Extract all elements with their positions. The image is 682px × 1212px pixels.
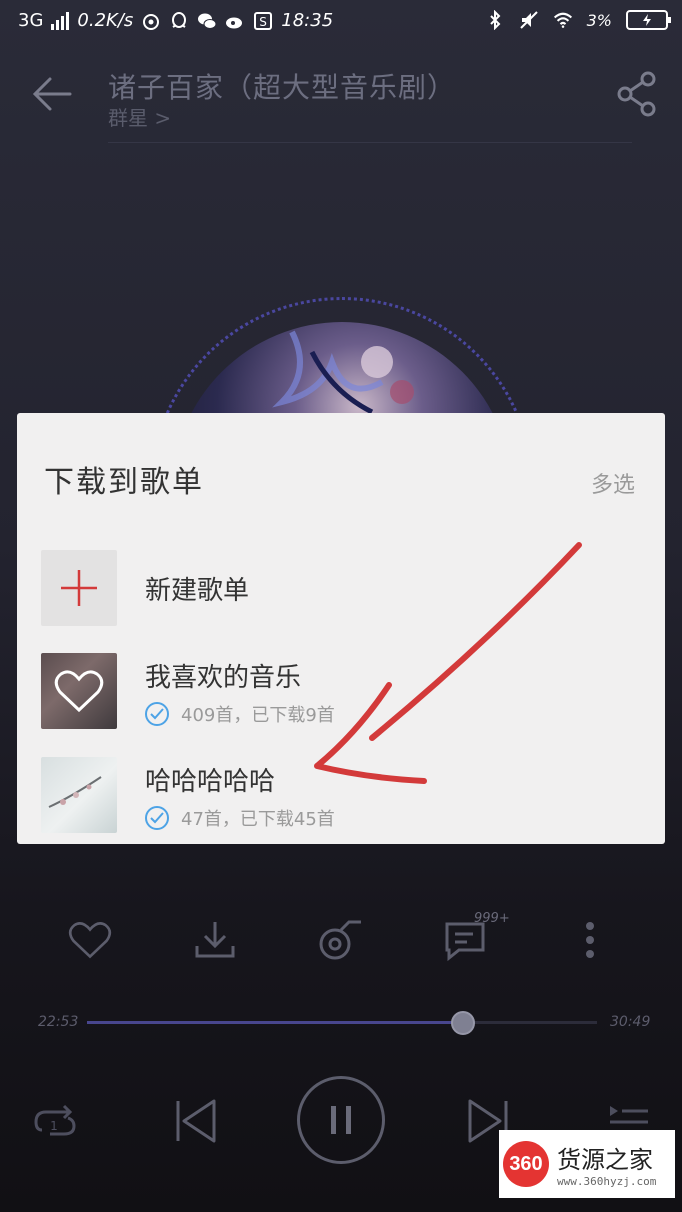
network-type: 3G bbox=[18, 10, 44, 31]
downloaded-check-icon bbox=[145, 702, 169, 726]
playlist-count: 47首，已下载45首 bbox=[181, 809, 335, 830]
download-icon bbox=[195, 922, 235, 958]
progress-track[interactable] bbox=[87, 1011, 597, 1035]
downloaded-check-icon bbox=[145, 806, 169, 830]
new-playlist-thumb bbox=[41, 550, 117, 626]
song-title: 诸子百家（超大型音乐剧） bbox=[108, 71, 457, 104]
playlist-row-haha[interactable]: 哈哈哈哈哈 47首，已下载45首 bbox=[41, 757, 641, 833]
pause-button[interactable] bbox=[297, 1076, 385, 1164]
progress-fill bbox=[87, 1021, 463, 1024]
more-button[interactable] bbox=[565, 915, 615, 965]
heart-icon bbox=[68, 922, 112, 959]
haha-cover bbox=[41, 757, 117, 833]
like-button[interactable] bbox=[65, 915, 115, 965]
network-speed: 0.2K/s bbox=[77, 10, 134, 31]
playlist-meta: 47首，已下载45首 bbox=[145, 805, 335, 831]
previous-button[interactable] bbox=[168, 1096, 222, 1146]
multi-select-button[interactable]: 多选 bbox=[591, 467, 635, 499]
watermark-logo: 360 bbox=[503, 1141, 549, 1187]
bluetooth-icon bbox=[489, 10, 501, 30]
netease-icon bbox=[143, 13, 160, 30]
previous-icon bbox=[176, 1099, 216, 1143]
watermark-name: 货源之家 bbox=[557, 1146, 653, 1174]
battery-icon bbox=[626, 10, 671, 30]
total-time: 30:49 bbox=[610, 1014, 651, 1030]
mute-icon bbox=[519, 11, 538, 29]
progress-knob[interactable] bbox=[450, 1011, 475, 1035]
pause-icon bbox=[331, 1106, 351, 1134]
download-button[interactable] bbox=[190, 915, 240, 965]
status-bar: 3G 0.2K/s S 18:35 3% bbox=[0, 0, 682, 46]
player-header: 诸子百家（超大型音乐剧） 群星 > bbox=[0, 46, 682, 146]
share-icon[interactable] bbox=[616, 70, 660, 118]
signal-icon bbox=[51, 11, 70, 30]
song-actions-bar: 999+ bbox=[0, 905, 682, 975]
playlist-name: 我喜欢的音乐 bbox=[145, 663, 302, 693]
heart-icon bbox=[54, 670, 104, 713]
weibo-icon bbox=[226, 17, 243, 28]
playlist-name: 哈哈哈哈哈 bbox=[145, 767, 276, 797]
favorites-cover bbox=[41, 653, 117, 729]
download-to-playlist-dialog: 下载到歌单 多选 新建歌单 我喜欢的音乐 409首，已下载9首 哈哈哈哈哈 47… bbox=[17, 413, 665, 844]
repeat-mode-button[interactable]: 1 bbox=[30, 1098, 80, 1142]
svg-text:S: S bbox=[259, 15, 267, 29]
new-playlist-label: 新建歌单 bbox=[145, 576, 250, 606]
header-divider bbox=[108, 142, 632, 143]
playlist-count: 409首，已下载9首 bbox=[181, 705, 335, 726]
battery-level: 3% bbox=[586, 10, 612, 30]
playlist-row-favorites[interactable]: 我喜欢的音乐 409首，已下载9首 bbox=[41, 653, 641, 729]
dialog-title: 下载到歌单 bbox=[44, 465, 204, 500]
wechat-icon bbox=[198, 13, 217, 29]
ringtone-icon bbox=[319, 920, 361, 960]
watermark: 360 货源之家 www.360hyzj.com bbox=[499, 1130, 675, 1198]
progress-bar: 22:53 30:49 bbox=[0, 1005, 682, 1039]
qq-icon bbox=[172, 11, 187, 28]
artist-link[interactable]: 群星 > bbox=[108, 102, 171, 131]
svg-text:1: 1 bbox=[50, 1119, 58, 1133]
plus-icon bbox=[61, 570, 97, 606]
new-playlist-row[interactable]: 新建歌单 bbox=[41, 550, 641, 626]
ringtone-button[interactable] bbox=[315, 915, 365, 965]
comment-count-badge: 999+ bbox=[474, 911, 510, 926]
watermark-url: www.360hyzj.com bbox=[557, 1175, 657, 1188]
more-icon bbox=[586, 922, 594, 958]
clock: 18:35 bbox=[281, 10, 334, 31]
repeat-one-icon: 1 bbox=[34, 1104, 76, 1136]
elapsed-time: 22:53 bbox=[38, 1014, 79, 1030]
wifi-icon bbox=[553, 12, 572, 28]
playlist-meta: 409首，已下载9首 bbox=[145, 701, 335, 727]
back-arrow-icon[interactable] bbox=[30, 74, 76, 114]
s-app-icon: S bbox=[254, 11, 273, 30]
